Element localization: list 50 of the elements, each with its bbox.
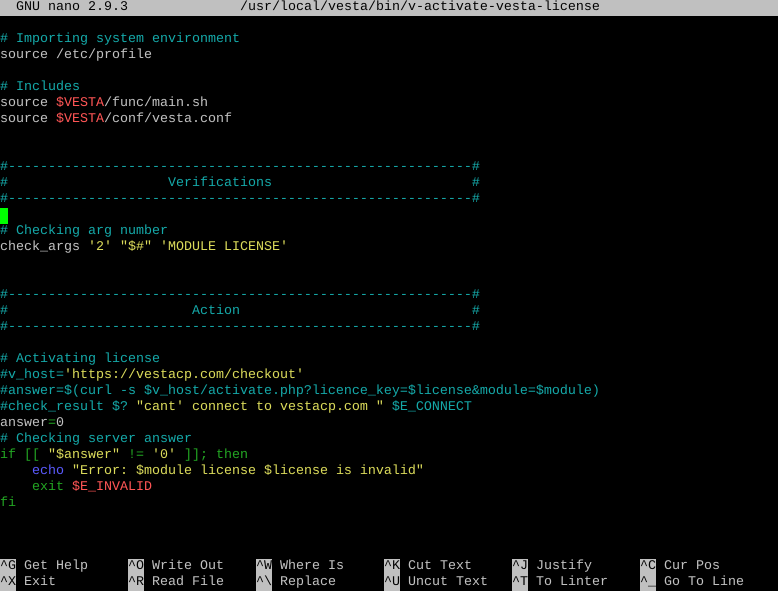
shortcut-label: Where Is bbox=[280, 559, 344, 575]
shortcut-key: ^R bbox=[128, 575, 144, 591]
shortcut-label: Get Help bbox=[24, 559, 88, 575]
shortcut-key: ^G bbox=[0, 559, 16, 575]
code-line: source $VESTA/conf/vesta.conf bbox=[0, 112, 232, 128]
shortcut-key: ^K bbox=[384, 559, 400, 575]
code-line: #v_host='https://vestacp.com/checkout' bbox=[0, 368, 304, 384]
code-line: #----------------------------------------------------------# bbox=[0, 320, 480, 336]
shortcut-key: ^U bbox=[384, 575, 400, 591]
text-cursor bbox=[0, 208, 8, 224]
code-line: # Activating license bbox=[0, 352, 160, 368]
code-line: source /etc/profile bbox=[0, 48, 152, 64]
code-line: #answer=$(curl -s $v_host/activate.php?licence_key=$license&module=$module) bbox=[0, 384, 600, 400]
code-line: #----------------------------------------------------------# bbox=[0, 160, 480, 176]
code-line: if [[ "$answer" != '0' ]]; then bbox=[0, 448, 248, 464]
shortcut-label: Uncut Text bbox=[408, 575, 488, 591]
file-path: /usr/local/vesta/bin/v-activate-vesta-license bbox=[240, 0, 600, 16]
code-line: #check_result $? "cant' connect to vestacp.com " $E_CONNECT bbox=[0, 400, 472, 416]
shortcut-key: ^C bbox=[640, 559, 656, 575]
shortcut-label: Replace bbox=[280, 575, 336, 591]
shortcut-label: To Linter bbox=[536, 575, 608, 591]
shortcut-label: Cur Pos bbox=[664, 559, 720, 575]
shortcut-key: ^W bbox=[256, 559, 272, 575]
shortcut-key: ^_ bbox=[640, 575, 656, 591]
shortcut-label: Cut Text bbox=[408, 559, 472, 575]
shortcut-label: Exit bbox=[24, 575, 56, 591]
code-line: # Checking server answer bbox=[0, 432, 192, 448]
code-line: exit $E_INVALID bbox=[30, 480, 152, 496]
shortcut-key: ^J bbox=[512, 559, 528, 575]
code-line: # Action # bbox=[0, 304, 480, 320]
code-line: # Includes bbox=[0, 80, 80, 96]
code-line: source $VESTA/func/main.sh bbox=[0, 96, 208, 112]
app-version: GNU nano 2.9.3 bbox=[16, 0, 128, 16]
shortcut-key: ^T bbox=[512, 575, 528, 591]
shortcut-label: Write Out bbox=[152, 559, 224, 575]
code-line: echo "Error: $module license $license is invalid" bbox=[30, 464, 424, 480]
code-line: check_args '2' "$#" 'MODULE LICENSE' bbox=[0, 240, 288, 256]
code-line: #----------------------------------------------------------# bbox=[0, 288, 480, 304]
code-line: # Verifications # bbox=[0, 176, 480, 192]
shortcut-key: ^\ bbox=[256, 575, 272, 591]
code-line: # Importing system environment bbox=[0, 32, 240, 48]
code-line: fi bbox=[0, 496, 16, 512]
code-line: # Checking arg number bbox=[0, 224, 168, 240]
shortcut-label: Justify bbox=[536, 559, 592, 575]
shortcut-key: ^O bbox=[128, 559, 144, 575]
shortcut-label: Go To Line bbox=[664, 575, 744, 591]
shortcut-key: ^X bbox=[0, 575, 16, 591]
shortcut-label: Read File bbox=[152, 575, 224, 591]
code-line: answer=0 bbox=[0, 416, 64, 432]
code-line: #----------------------------------------------------------# bbox=[0, 192, 480, 208]
